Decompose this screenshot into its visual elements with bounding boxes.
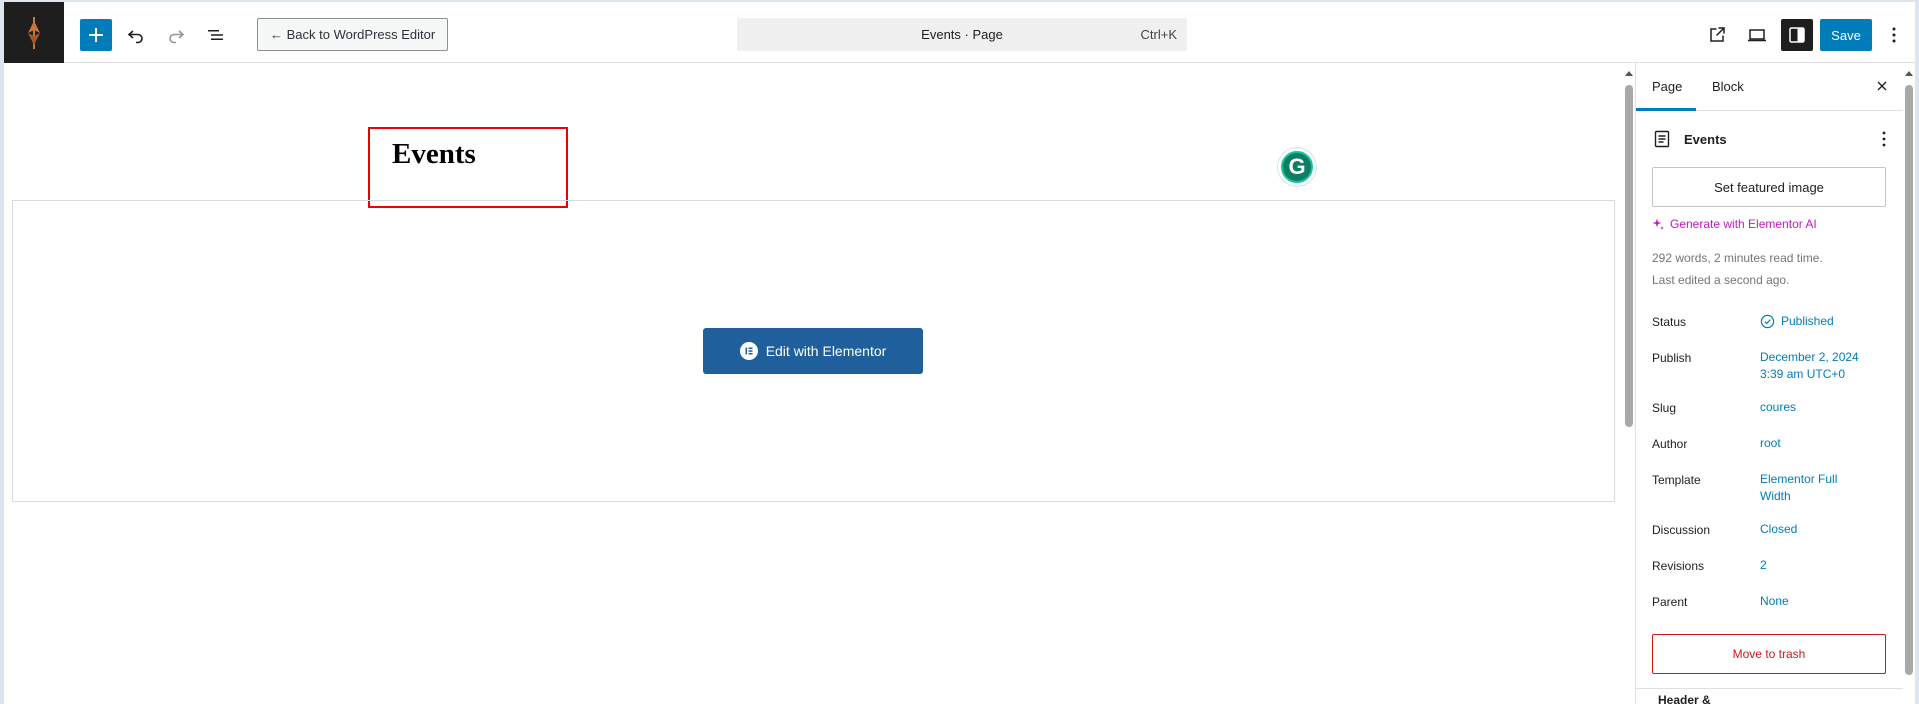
view-page-button[interactable] [1701,19,1733,51]
parent-value[interactable]: None [1760,593,1880,610]
slug-value[interactable]: coures [1760,399,1880,416]
add-block-button[interactable] [80,19,112,51]
canvas-scrollbar[interactable] [1622,63,1636,704]
settings-sidebar-toggle[interactable] [1781,19,1813,51]
template-value-line1: Elementor Full [1760,472,1838,486]
undo-icon [127,30,143,44]
status-value-label: Published [1781,314,1834,328]
scroll-up-arrow-icon[interactable] [1625,71,1633,76]
external-link-icon [1710,27,1725,42]
template-value-line2: Width [1760,489,1791,503]
save-button[interactable]: Save [1820,19,1872,51]
more-options-icon [1892,27,1896,43]
options-menu-button[interactable] [1878,19,1910,51]
list-view-button[interactable] [200,19,232,51]
word-count-text: 292 words, 2 minutes read time. [1652,251,1823,265]
document-icon [1654,130,1670,148]
list-view-icon [208,30,223,40]
redo-icon [169,30,185,44]
status-label: Status [1652,315,1687,329]
tab-block[interactable]: Block [1712,79,1744,94]
move-to-trash-button[interactable]: Move to trash [1652,634,1886,674]
preview-device-button[interactable] [1741,19,1773,51]
revisions-label: Revisions [1652,559,1705,573]
discussion-label: Discussion [1652,523,1711,537]
parent-label: Parent [1652,595,1688,609]
header-section-toggle[interactable]: Header & [1658,693,1711,704]
last-edited-text: Last edited a second ago. [1652,273,1790,287]
canvas-scrollbar-thumb[interactable] [1625,85,1633,427]
preview-device-icon [1748,29,1766,42]
close-icon [1877,81,1887,91]
discussion-value[interactable]: Closed [1760,521,1880,538]
edit-with-elementor-button[interactable]: Edit with Elementor [703,328,923,374]
settings-sidebar: Page Block Events Set featured image Gen… [1635,63,1903,704]
sidebar-scroll-up-arrow-icon[interactable] [1905,71,1913,76]
template-label: Template [1652,473,1701,487]
active-tab-indicator [1636,108,1696,111]
publish-date-line: December 2, 2024 [1760,350,1859,364]
sidebar-scrollbar-thumb[interactable] [1905,85,1913,675]
document-title: Events · Page [921,27,1003,42]
site-logo-mark [28,16,40,49]
site-logo-icon[interactable] [4,2,64,63]
revisions-value[interactable]: 2 [1760,557,1880,574]
sidebar-tabs: Page Block [1636,63,1903,111]
sidebar-scrollbar[interactable] [1903,63,1915,704]
grammarly-icon[interactable]: G [1278,148,1316,186]
sparkle-icon [1652,218,1664,230]
settings-sidebar-icon [1789,27,1805,43]
editor-canvas: Events G Edit with Elementor [4,63,1622,704]
status-value[interactable]: Published [1760,313,1880,330]
generate-elementor-ai-link[interactable]: Generate with Elementor AI [1652,217,1817,231]
tab-page[interactable]: Page [1652,79,1682,94]
publish-label: Publish [1652,351,1692,365]
generate-elementor-ai-label: Generate with Elementor AI [1670,217,1817,231]
undo-button[interactable] [120,19,152,51]
set-featured-image-button[interactable]: Set featured image [1652,167,1886,207]
elementor-logo-icon [739,342,758,360]
template-value[interactable]: Elementor Full Width [1760,471,1880,505]
author-value[interactable]: root [1760,435,1880,452]
author-label: Author [1652,437,1688,451]
post-name: Events [1684,132,1727,147]
close-sidebar-button[interactable] [1872,76,1892,96]
page-title[interactable]: Events [392,138,476,171]
publish-date-value[interactable]: December 2, 2024 3:39 am UTC+0 [1760,349,1880,383]
section-divider [1636,688,1903,689]
post-actions-icon[interactable] [1874,129,1894,149]
grammarly-letter: G [1288,154,1306,179]
slug-label: Slug [1652,401,1677,415]
command-palette-bar[interactable]: Events · Page Ctrl+K [737,18,1187,51]
published-check-icon [1760,314,1775,329]
command-shortcut: Ctrl+K [1140,27,1177,42]
post-summary-card: Events [1652,129,1892,151]
plus-icon [89,28,103,42]
edit-with-elementor-label: Edit with Elementor [765,343,887,359]
publish-time-line: 3:39 am UTC+0 [1760,367,1846,381]
editor-top-bar: ← Back to WordPress Editor Events · Page… [4,2,1915,63]
redo-button[interactable] [160,19,192,51]
back-to-wordpress-editor-button[interactable]: ← Back to WordPress Editor [257,18,449,51]
